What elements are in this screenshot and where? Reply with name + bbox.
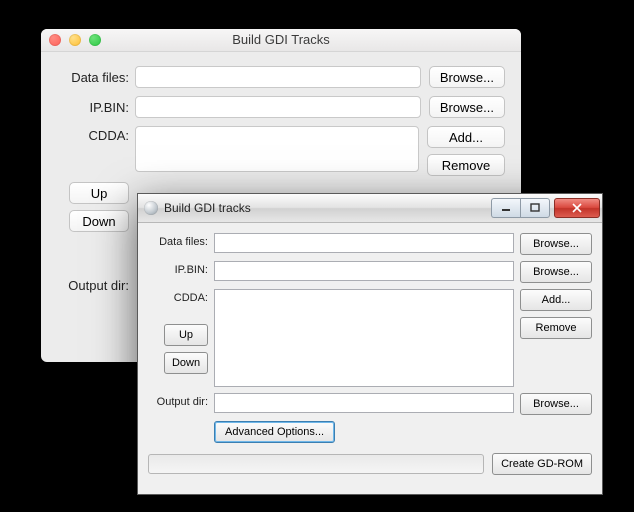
data-files-label: Data files: [148,233,208,248]
mac-window-title: Build GDI Tracks [232,32,330,47]
cdda-up-button[interactable]: Up [164,324,208,346]
win-titlebar[interactable]: Build GDI tracks [138,194,602,223]
cdda-listbox[interactable] [135,126,419,172]
data-files-input[interactable] [135,66,421,88]
minimize-icon [501,203,511,213]
output-dir-browse-button[interactable]: Browse... [520,393,592,415]
ip-bin-label: IP.BIN: [148,261,208,276]
cdda-remove-button[interactable]: Remove [427,154,505,176]
mac-titlebar[interactable]: Build GDI Tracks [41,29,521,52]
ip-bin-browse-button[interactable]: Browse... [520,261,592,283]
data-files-browse-button[interactable]: Browse... [429,66,505,88]
cdda-up-button[interactable]: Up [69,182,129,204]
ip-bin-browse-button[interactable]: Browse... [429,96,505,118]
cdda-label: CDDA: [148,289,208,304]
app-icon [144,201,158,215]
cdda-listbox[interactable] [214,289,514,387]
maximize-button[interactable] [520,198,550,218]
ip-bin-label: IP.BIN: [57,100,135,115]
minimize-icon[interactable] [69,34,81,46]
win-window: Build GDI tracks Data files: Browse... I… [137,193,603,495]
cdda-add-button[interactable]: Add... [520,289,592,311]
win-body: Data files: Browse... IP.BIN: Browse... … [138,223,602,483]
create-gdrom-button[interactable]: Create GD-ROM [492,453,592,475]
data-files-browse-button[interactable]: Browse... [520,233,592,255]
minimize-button[interactable] [491,198,520,218]
win-window-controls [491,198,602,218]
advanced-options-button[interactable]: Advanced Options... [214,421,335,443]
cdda-add-button[interactable]: Add... [427,126,505,148]
win-window-title: Build GDI tracks [164,201,251,215]
zoom-icon[interactable] [89,34,101,46]
close-icon[interactable] [49,34,61,46]
close-button[interactable] [554,198,600,218]
output-dir-label: Output dir: [57,278,135,293]
cdda-remove-button[interactable]: Remove [520,317,592,339]
cdda-down-button[interactable]: Down [69,210,129,232]
ip-bin-input[interactable] [214,261,514,281]
maximize-icon [530,203,540,213]
output-dir-label: Output dir: [148,393,208,408]
cdda-label: CDDA: [57,126,135,143]
close-icon [571,203,583,213]
data-files-label: Data files: [57,70,135,85]
progress-bar [148,454,484,474]
ip-bin-input[interactable] [135,96,421,118]
cdda-down-button[interactable]: Down [164,352,208,374]
mac-traffic-lights [49,34,101,46]
output-dir-input[interactable] [214,393,514,413]
data-files-input[interactable] [214,233,514,253]
